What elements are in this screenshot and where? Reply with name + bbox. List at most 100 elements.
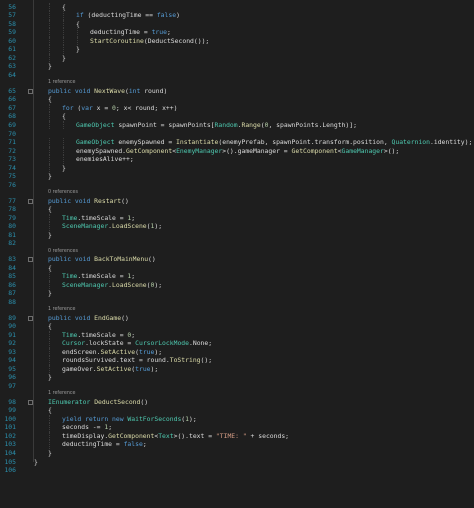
code-line[interactable]: IEnumerator DeductSecond() [48, 398, 148, 406]
code-line[interactable]: Time.timeScale = 1; [62, 272, 135, 280]
code-line[interactable]: StartCoroutine(DeductSecond()); [90, 37, 209, 45]
code-token: for [62, 103, 74, 112]
code-line[interactable]: roundsSurvived.text = round.ToString(); [62, 356, 212, 364]
line-number: 105 [4, 457, 16, 466]
indent-guide [63, 146, 64, 156]
line-number: 73 [8, 155, 16, 164]
line-number: 104 [4, 449, 16, 457]
code-line[interactable]: { [48, 95, 52, 103]
code-line[interactable]: public void Restart() [48, 197, 129, 205]
code-token: ; [142, 440, 147, 449]
collapse-icon[interactable] [28, 399, 33, 405]
code-token: seconds -= [62, 423, 105, 432]
code-line[interactable]: for (var x = 0; x< round; x++) [62, 104, 177, 112]
code-token: int [128, 86, 141, 95]
reference-codelens[interactable]: 1 reference [48, 307, 75, 312]
code-line[interactable]: SceneManager.LoadScene(0); [62, 281, 162, 289]
reference-codelens[interactable]: 1 reference [48, 391, 75, 396]
line-number: 71 [8, 138, 16, 147]
code-token: GameManager [341, 146, 384, 155]
code-line[interactable]: Time.timeScale = 1; [62, 214, 135, 222]
code-line[interactable]: } [48, 449, 52, 457]
code-line[interactable]: } [48, 172, 52, 180]
code-line[interactable]: deductingTime = false; [62, 440, 147, 448]
code-line[interactable]: } [62, 164, 66, 172]
code-line[interactable]: enemySpawned.GetComponent<EnemyManager>(… [76, 147, 399, 155]
code-line[interactable]: yield return new WaitForSeconds(1); [62, 415, 197, 423]
indent-guide [49, 155, 50, 164]
code-token: round) [140, 86, 168, 95]
line-number: 79 [8, 213, 16, 222]
code-token: () [121, 313, 129, 322]
code-token: .None; [189, 339, 213, 348]
indent-guide [49, 356, 50, 365]
collapse-icon[interactable] [28, 198, 33, 204]
code-token: } [48, 289, 52, 298]
indent-guide [49, 146, 50, 156]
code-line[interactable]: { [48, 322, 52, 330]
code-token: if [76, 11, 84, 20]
code-line[interactable]: public void BackToMainMenu() [48, 255, 156, 263]
code-token: () [140, 397, 149, 406]
code-line[interactable]: GameObject enemySpawned = Instantiate(en… [76, 138, 472, 146]
code-line[interactable]: } [76, 45, 80, 53]
code-token: false [123, 440, 143, 449]
code-token: () [148, 255, 156, 264]
scope-line [33, 0, 34, 462]
code-line[interactable]: deductingTime = true; [90, 28, 171, 36]
code-token: ; [131, 330, 136, 339]
code-line[interactable]: timeDisplay.GetComponent<Text>().text = … [62, 432, 289, 440]
line-number: 88 [8, 297, 16, 306]
code-line[interactable]: public void EndGame() [48, 314, 129, 322]
code-line[interactable]: endScreen.SetActive(true); [62, 348, 162, 356]
line-number: 84 [8, 263, 16, 272]
reference-codelens[interactable]: 1 reference [48, 80, 75, 85]
code-line[interactable]: { [62, 112, 66, 120]
code-token: gameOver. [62, 364, 97, 373]
line-number: 75 [8, 172, 16, 181]
code-line[interactable]: GameObject spawnPoint = spawnPoints[Rand… [76, 121, 357, 129]
code-token: timeDisplay. [62, 431, 109, 440]
code-line[interactable]: { [62, 3, 66, 11]
line-number: 99 [8, 406, 16, 415]
code-line[interactable]: if (deductingTime == false) [76, 11, 180, 19]
code-line[interactable]: } [48, 373, 52, 381]
line-number: 56 [8, 2, 16, 11]
code-line[interactable]: enemiesAlive++; [76, 155, 134, 163]
collapse-icon[interactable] [28, 88, 33, 94]
line-number: 76 [8, 180, 16, 189]
code-line[interactable]: SceneManager.LoadScene(1); [62, 222, 162, 230]
code-line[interactable]: public void NextWave(int round) [48, 87, 167, 95]
code-line[interactable]: Time.timeScale = 0; [62, 331, 135, 339]
reference-codelens[interactable]: 0 references [48, 249, 78, 254]
reference-codelens[interactable]: 0 references [48, 190, 78, 195]
code-line[interactable]: seconds -= 1; [62, 423, 112, 431]
code-line[interactable]: } [48, 231, 52, 239]
code-token: BackToMainMenu [94, 255, 149, 264]
code-token: SetActive [100, 347, 136, 356]
code-line[interactable]: } [48, 289, 52, 297]
code-token: true [151, 28, 167, 37]
code-token: } [48, 373, 52, 382]
collapse-icon[interactable] [28, 257, 33, 263]
line-number: 101 [4, 423, 16, 432]
code-line[interactable]: Cursor.lockState = CursorLockMode.None; [62, 339, 212, 347]
line-number: 97 [8, 381, 16, 390]
code-token: public void [48, 313, 95, 322]
code-line[interactable]: { [48, 264, 52, 272]
code-line[interactable]: gameOver.SetActive(true); [62, 365, 158, 373]
code-token: false [156, 11, 177, 20]
code-line[interactable]: { [76, 20, 80, 28]
line-number: 85 [8, 272, 16, 281]
code-line[interactable]: } [48, 62, 52, 70]
indent-guide [49, 339, 50, 348]
code-line[interactable]: } [34, 458, 38, 466]
line-number: 59 [8, 28, 16, 37]
code-line[interactable]: { [48, 406, 52, 414]
code-editor[interactable]: 56 {57 if (deductingTime == false) 58 {59 ded… [0, 0, 474, 508]
code-line[interactable]: } [62, 54, 66, 62]
line-number: 83 [8, 255, 16, 264]
code-token: ; [131, 213, 136, 222]
code-line[interactable]: { [48, 205, 52, 213]
collapse-icon[interactable] [28, 315, 33, 321]
